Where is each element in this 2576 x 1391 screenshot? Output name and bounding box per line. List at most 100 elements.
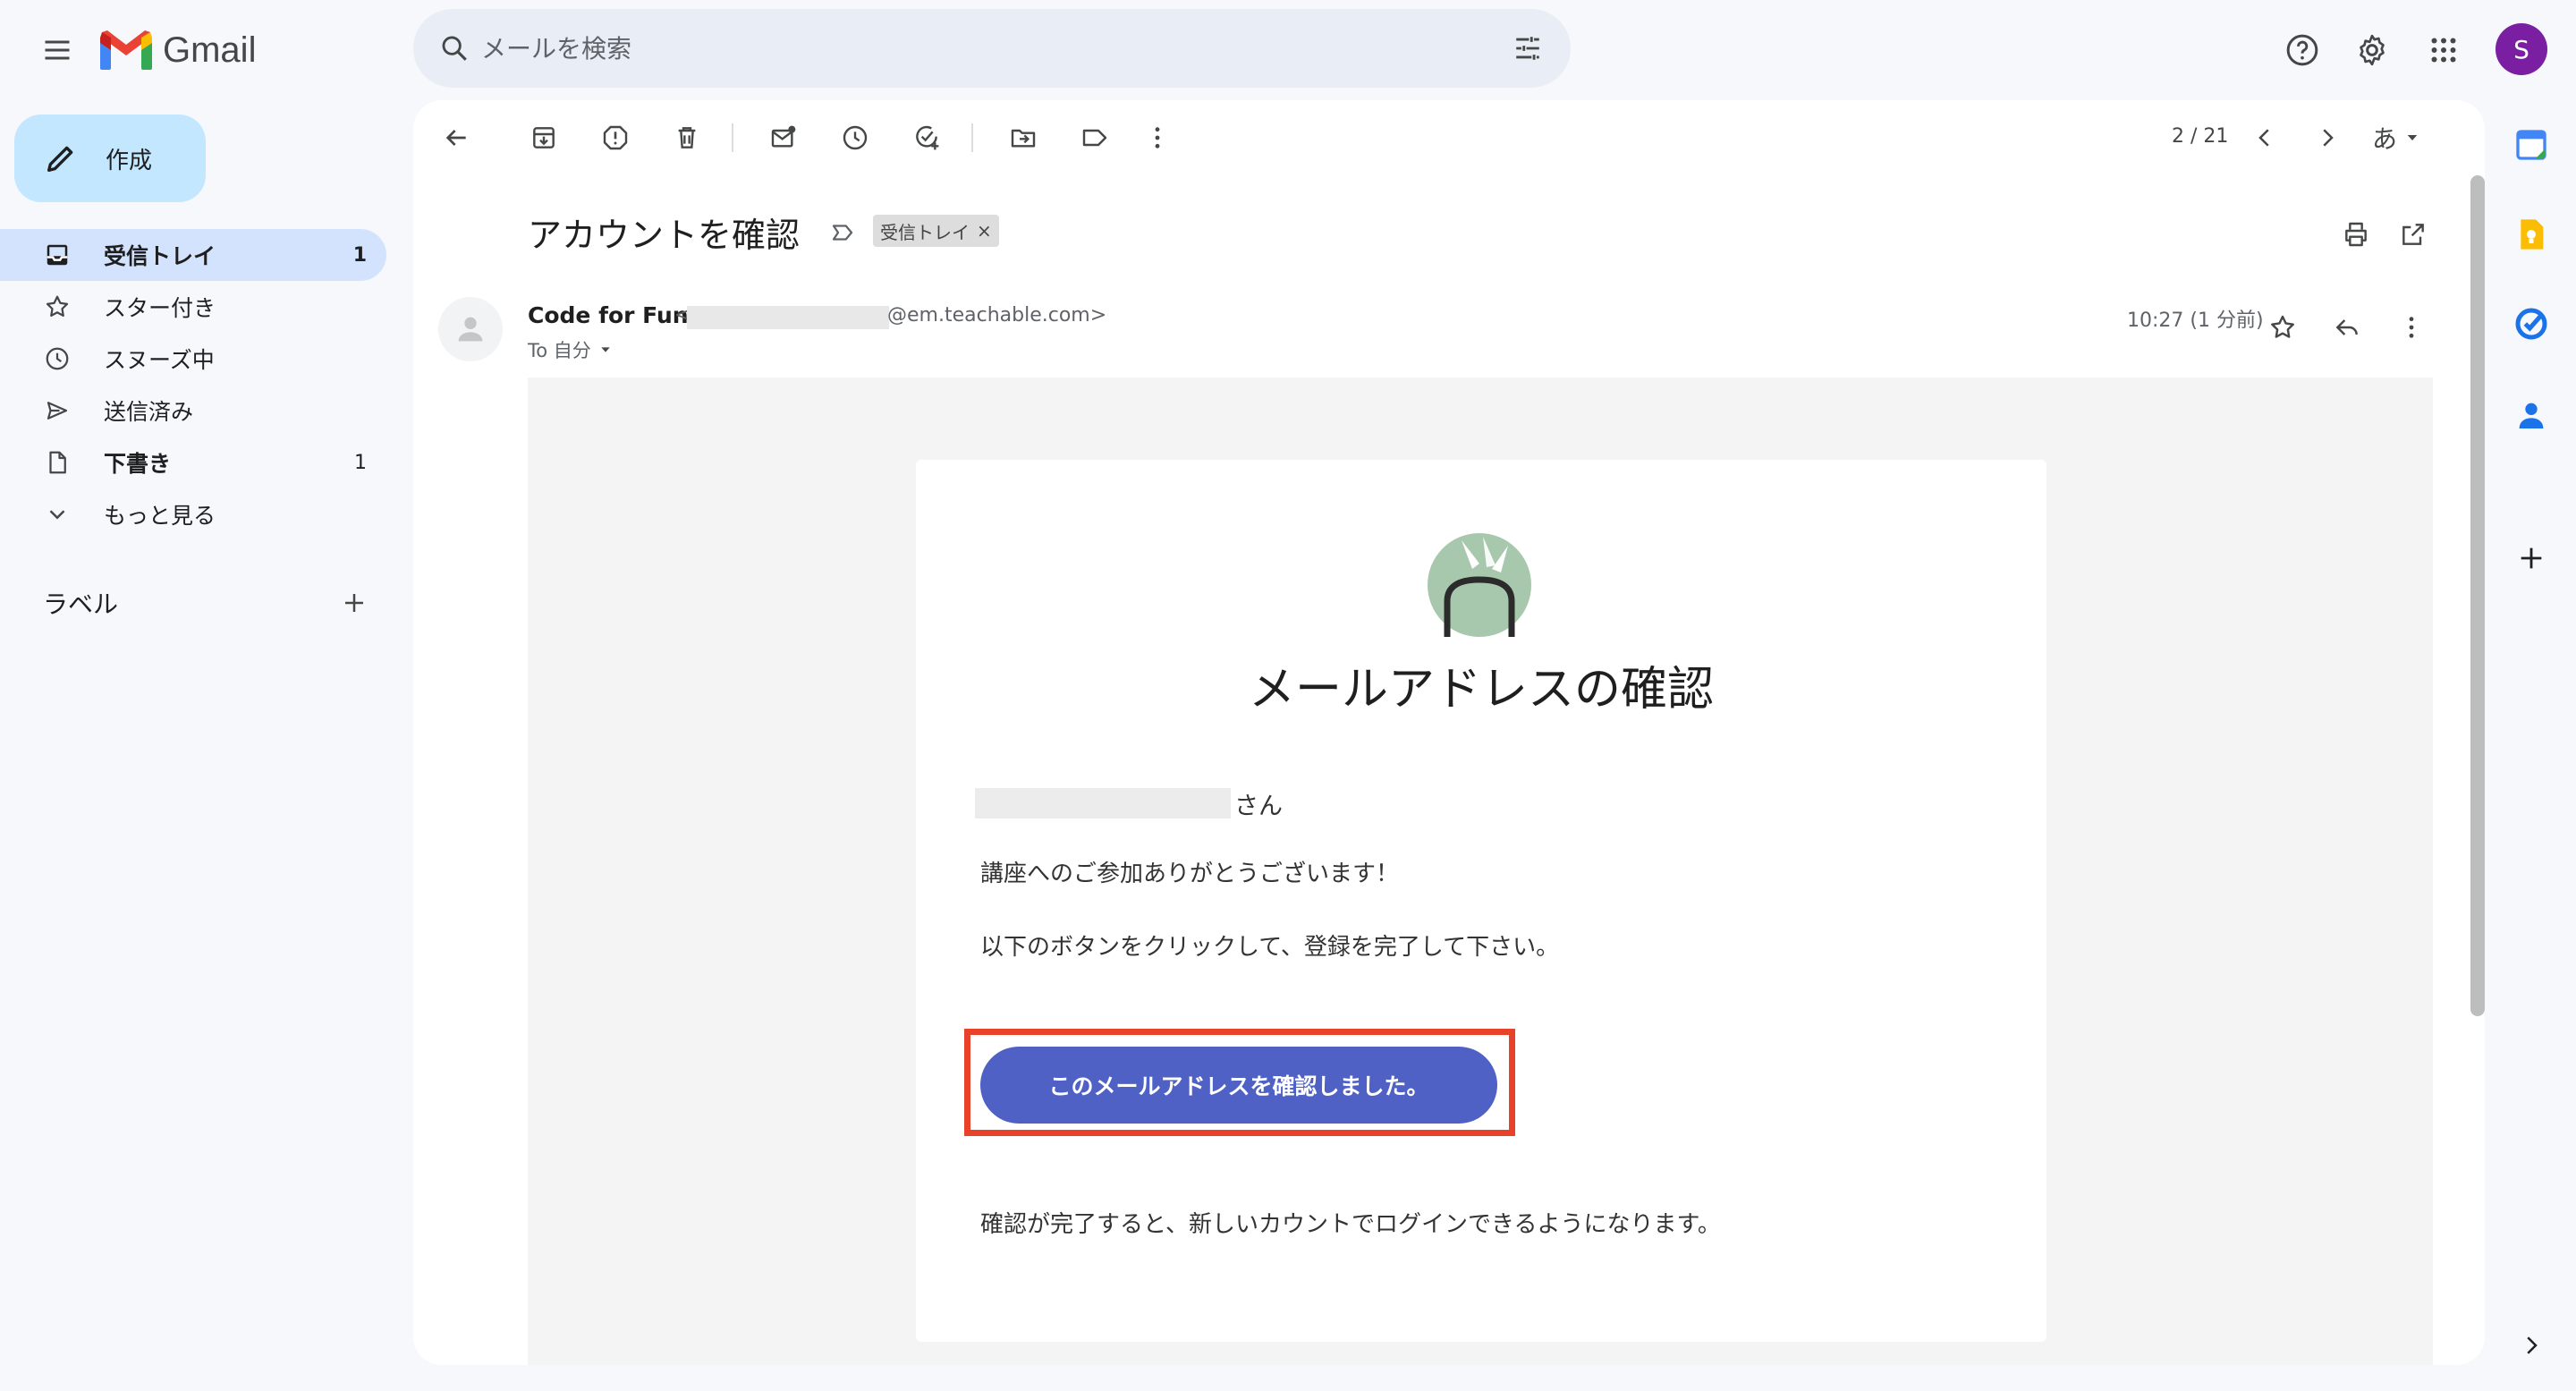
- apps-grid-icon: [2431, 38, 2456, 63]
- star-button[interactable]: [2263, 308, 2302, 347]
- sidebar-item-starred[interactable]: スター付き: [0, 281, 386, 333]
- redacted-email-local-part: [687, 306, 889, 329]
- pagination-counter: 2 / 21: [2172, 125, 2229, 148]
- sidebar-item-drafts[interactable]: 下書き 1: [0, 437, 386, 488]
- search-button[interactable]: [435, 29, 474, 68]
- tasks-icon: [2515, 308, 2547, 340]
- archive-button[interactable]: [524, 118, 564, 157]
- labels-section-header: ラベル: [43, 583, 374, 623]
- open-new-window-button[interactable]: [2394, 215, 2433, 254]
- gmail-window: Gmail S 作成 受信トレイ: [0, 0, 2576, 1391]
- expand-side-panel-button[interactable]: [2510, 1324, 2553, 1367]
- plus-icon: [2521, 547, 2542, 569]
- keep-icon: [2521, 219, 2544, 250]
- sidebar-item-sent[interactable]: 送信済み: [0, 385, 386, 437]
- confirm-email-button[interactable]: このメールアドレスを確認しました。: [980, 1047, 1497, 1124]
- search-input[interactable]: [481, 9, 1376, 88]
- sidebar-nav: 受信トレイ 1 スター付き スヌーズ中 送信済み 下書き 1 もっと見る: [0, 229, 386, 540]
- chevron-down-icon: [39, 496, 75, 532]
- contacts-icon: [2519, 403, 2544, 428]
- completion-note-text: 確認が完了すると、新しいカウントでログインできるようになります。: [980, 1211, 1721, 1238]
- report-spam-button[interactable]: [596, 118, 635, 157]
- recipient-details-toggle[interactable]: To 自分: [528, 336, 613, 363]
- input-tools-button[interactable]: あ: [2372, 120, 2420, 156]
- redacted-recipient-name: [975, 788, 1231, 818]
- star-icon: [2271, 315, 2294, 338]
- trash-icon: [678, 127, 696, 148]
- message-timestamp: 10:27 (1 分前): [2127, 310, 2264, 332]
- arrow-back-icon: [445, 130, 466, 146]
- back-button[interactable]: [436, 118, 476, 157]
- compose-label: 作成: [106, 147, 153, 174]
- tasks-app-button[interactable]: [2510, 302, 2553, 345]
- apps-button[interactable]: [2419, 25, 2469, 75]
- plus-icon: [345, 594, 363, 612]
- draft-count: 1: [354, 451, 367, 474]
- greeting-line: さん: [975, 787, 1283, 820]
- remove-label-icon[interactable]: ×: [977, 220, 992, 242]
- message-toolbar: 2 / 21 あ: [413, 100, 2485, 175]
- instruction-text: 以下のボタンをクリックして、登録を完了して下さい。: [980, 934, 1560, 961]
- older-button[interactable]: [2308, 118, 2347, 157]
- greeting-suffix: さん: [1234, 792, 1283, 820]
- input-language-label: あ: [2372, 124, 2398, 154]
- top-bar: Gmail S: [0, 0, 2576, 100]
- delete-button[interactable]: [667, 118, 707, 157]
- more-options-button[interactable]: [1138, 118, 1177, 157]
- clock-icon: [39, 341, 75, 377]
- report-icon: [603, 125, 628, 150]
- keep-app-button[interactable]: [2510, 213, 2553, 256]
- contacts-app-button[interactable]: [2510, 394, 2553, 437]
- message-view: 2 / 21 あ アカウントを確認 受信トレイ × Code for Fun <…: [413, 100, 2485, 1365]
- search-options-button[interactable]: [1508, 29, 1547, 68]
- message-more-button[interactable]: [2392, 308, 2431, 347]
- search-icon: [442, 36, 467, 61]
- account-avatar[interactable]: S: [2496, 23, 2547, 75]
- sidebar-item-label: 受信トレイ: [104, 243, 216, 269]
- add-to-tasks-button[interactable]: [907, 118, 946, 157]
- subject-row: アカウントを確認 受信トレイ ×: [413, 200, 2485, 263]
- gmail-m-icon: [100, 30, 152, 70]
- sidebar-item-more[interactable]: もっと見る: [0, 488, 386, 540]
- move-folder-icon: [1011, 129, 1036, 148]
- reply-icon: [2335, 319, 2358, 335]
- toolbar-divider: [971, 123, 973, 152]
- get-addons-button[interactable]: [2510, 537, 2553, 580]
- print-icon: [2345, 222, 2367, 247]
- archive-icon: [533, 127, 555, 148]
- more-vert-icon: [2409, 317, 2414, 338]
- tune-icon: [1516, 37, 1539, 60]
- sidebar-item-snoozed[interactable]: スヌーズ中: [0, 333, 386, 385]
- print-button[interactable]: [2336, 215, 2376, 254]
- message-scrollbar[interactable]: [2470, 175, 2485, 1016]
- settings-button[interactable]: [2347, 25, 2397, 75]
- dropdown-arrow-icon: [2407, 135, 2418, 140]
- newer-button[interactable]: [2245, 118, 2284, 157]
- mark-unread-icon: [771, 125, 796, 148]
- person-icon: [458, 317, 483, 342]
- importance-marker-icon[interactable]: [826, 216, 859, 249]
- toolbar-divider: [732, 123, 733, 152]
- sidebar-item-inbox[interactable]: 受信トレイ 1: [0, 229, 386, 281]
- hamburger-icon: [45, 40, 70, 60]
- main-menu-button[interactable]: [32, 25, 82, 75]
- snooze-button[interactable]: [835, 118, 875, 157]
- move-to-button[interactable]: [1004, 118, 1043, 157]
- help-button[interactable]: [2277, 25, 2327, 75]
- reply-button[interactable]: [2327, 308, 2367, 347]
- thanks-text: 講座へのご参加ありがとうございます！: [980, 861, 1400, 887]
- compose-button[interactable]: 作成: [14, 115, 206, 202]
- clock-icon: [843, 125, 868, 150]
- sender-name[interactable]: Code for Fun: [528, 302, 689, 328]
- sender-email-domain: @em.teachable.com>: [887, 304, 1107, 327]
- message-heading: メールアドレスの確認: [1248, 663, 1714, 717]
- draft-icon: [39, 445, 75, 480]
- label-chip-inbox[interactable]: 受信トレイ ×: [873, 215, 999, 247]
- mark-unread-button[interactable]: [764, 118, 803, 157]
- calendar-app-button[interactable]: [2510, 123, 2553, 166]
- create-label-button[interactable]: [335, 583, 374, 623]
- labels-button[interactable]: [1075, 118, 1114, 157]
- gmail-logo[interactable]: Gmail: [100, 27, 256, 73]
- dropdown-arrow-icon: [601, 347, 610, 352]
- chevron-right-icon: [2323, 129, 2334, 147]
